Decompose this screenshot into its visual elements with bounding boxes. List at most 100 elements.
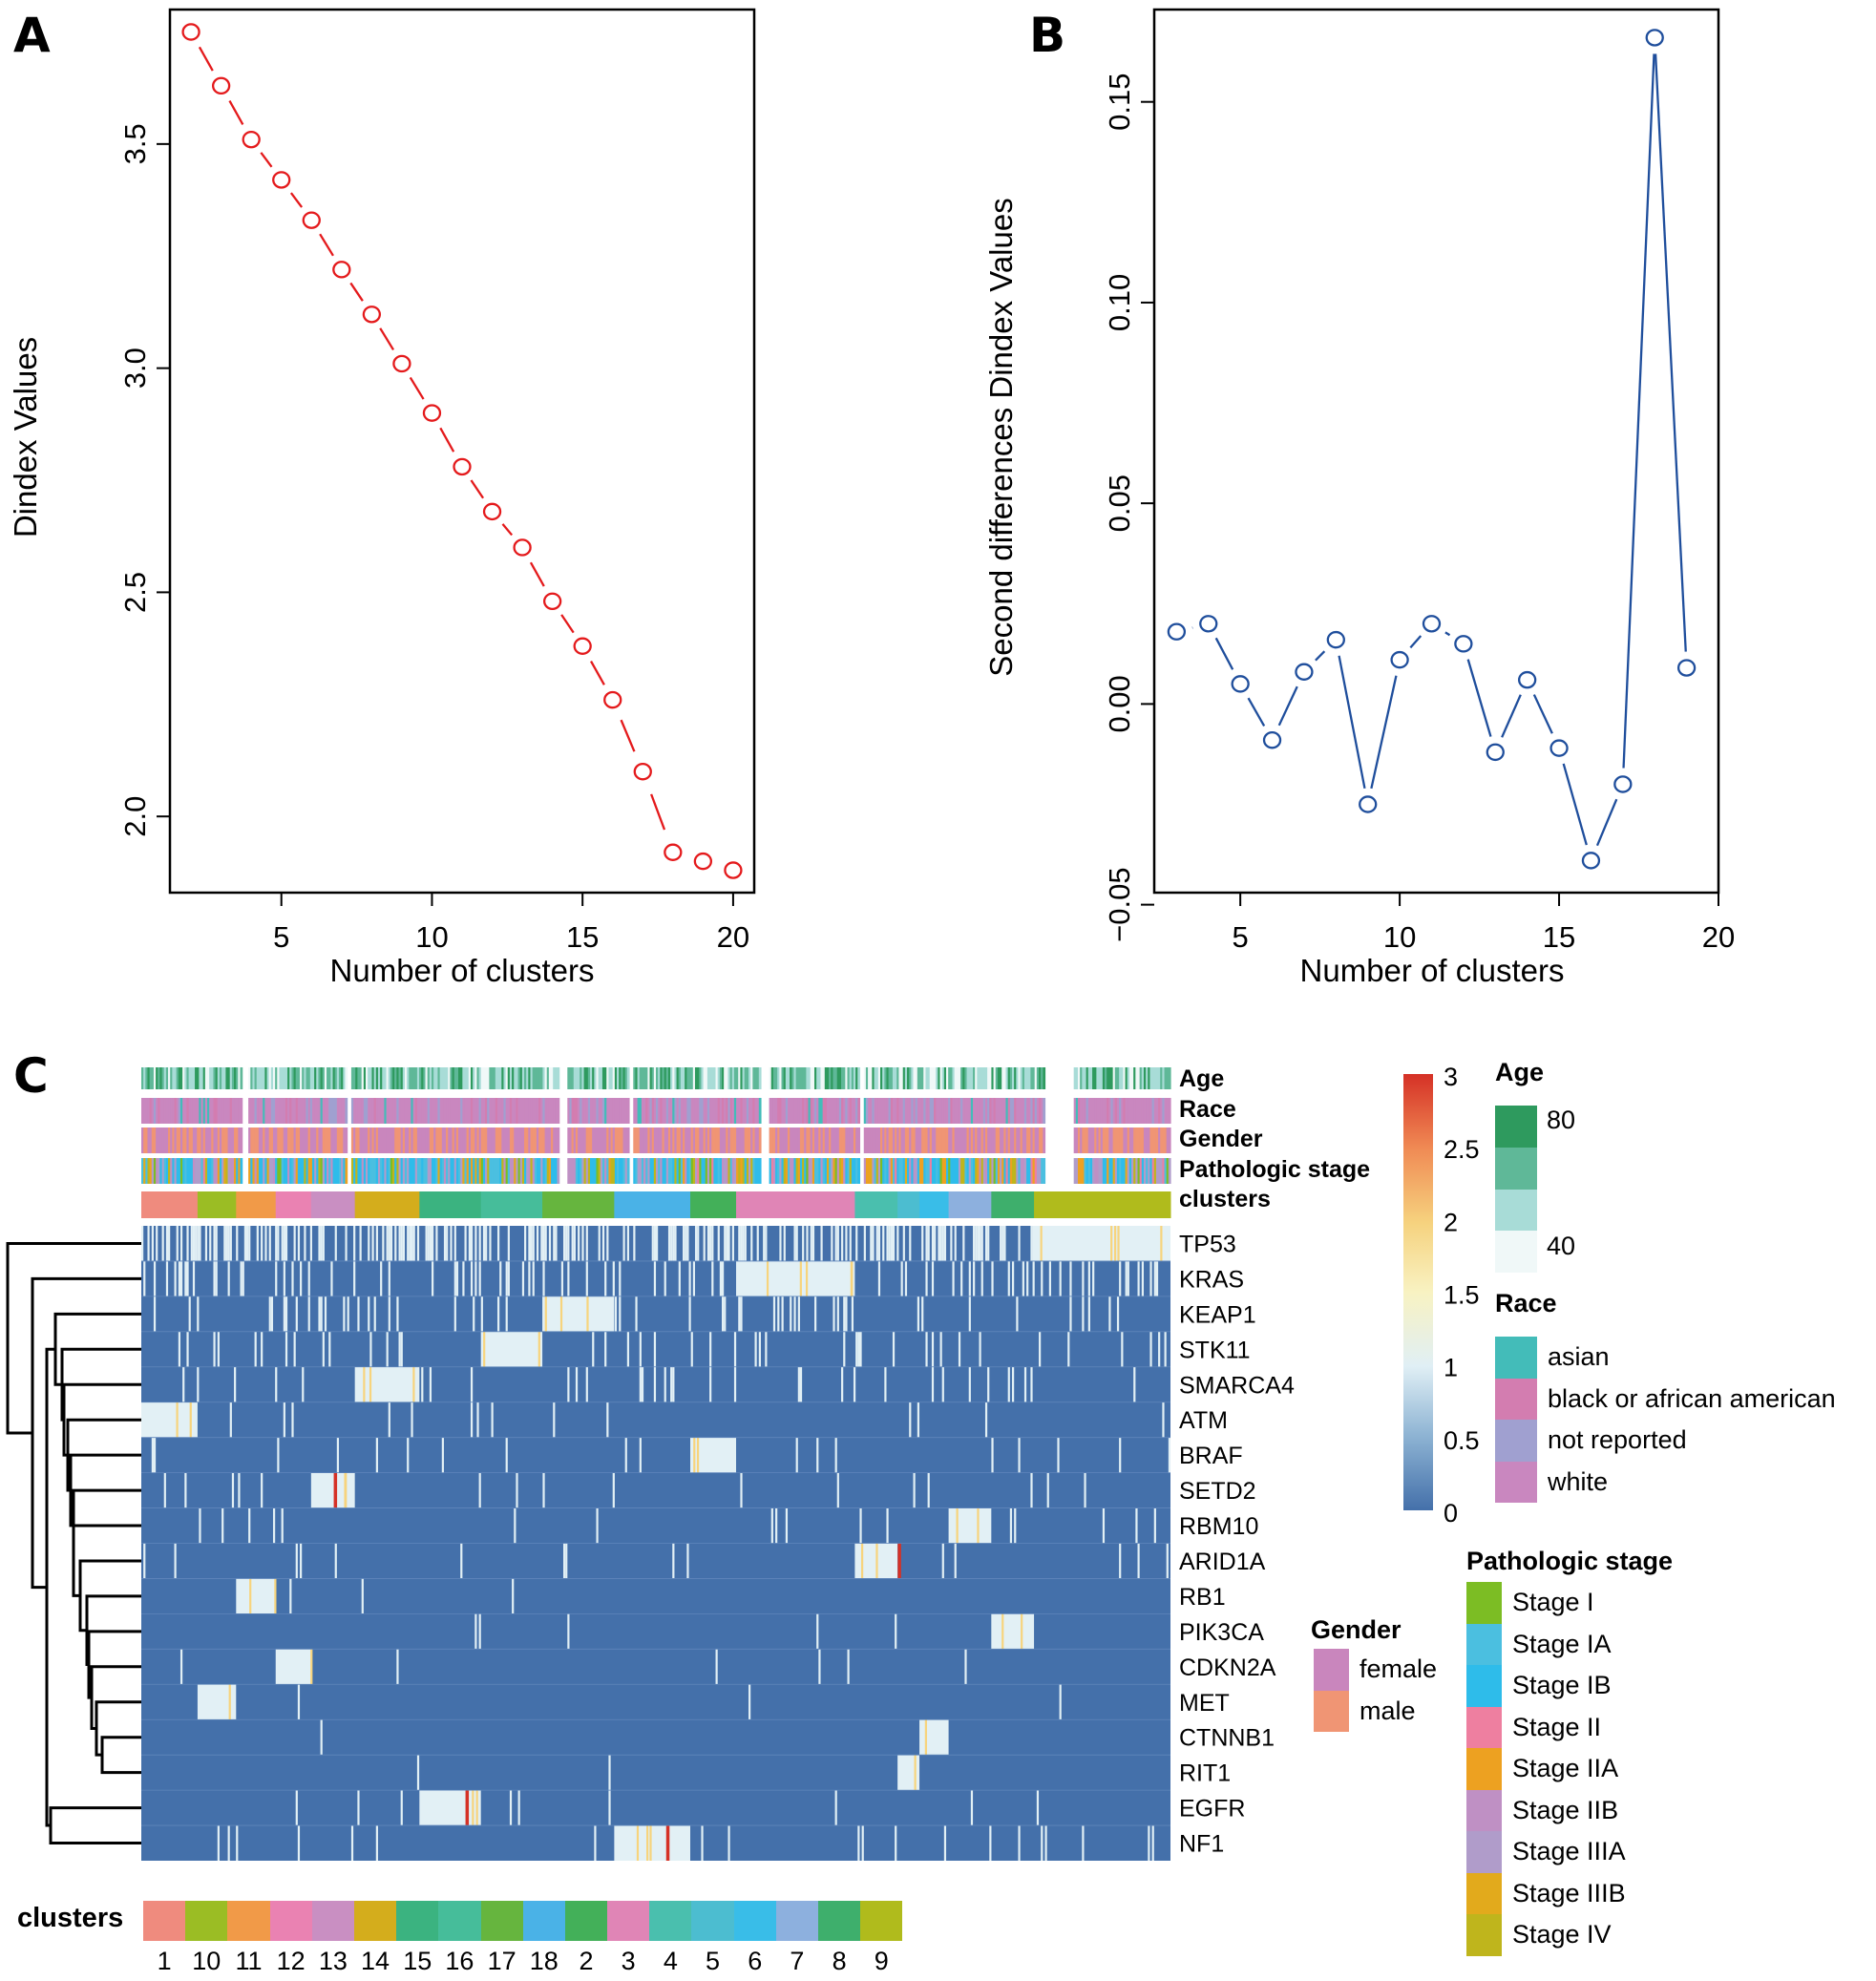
mutation-mark — [980, 1226, 983, 1261]
mutation-mark — [213, 1226, 216, 1261]
mutation-mark — [1014, 1507, 1017, 1544]
mutation-mark — [411, 1226, 413, 1261]
mutation-mark — [740, 1226, 743, 1261]
mutation-mark-max — [465, 1790, 470, 1826]
mutation-mark — [697, 1226, 700, 1261]
mutation-mark — [234, 1366, 237, 1402]
race-legend-item: white — [1495, 1461, 1836, 1503]
mutation-mark — [460, 1543, 463, 1579]
mutation-mark — [799, 1366, 803, 1402]
mutation-mark — [268, 1296, 271, 1332]
mutation-mark — [386, 1226, 389, 1261]
mutation-mark — [505, 1260, 508, 1296]
mutation-mark — [318, 1296, 321, 1332]
mutation-mark-high — [1160, 1226, 1163, 1261]
mutation-mark — [478, 1260, 481, 1296]
mutation-mark — [1082, 1825, 1085, 1861]
mutation-mark — [1119, 1260, 1122, 1296]
mutation-mark — [968, 1260, 971, 1296]
mutation-mark — [598, 1226, 601, 1261]
mutation-mark — [293, 1331, 296, 1367]
clusters-legend: 1 10 11 12 13 14 15 16 17 18 2 3 4 5 6 7 8 9 — [143, 1901, 903, 1976]
mutation-mark — [711, 1260, 714, 1296]
mutation-mark — [380, 1260, 383, 1296]
annotation-cell-age — [758, 1067, 762, 1089]
mutation-mark — [581, 1226, 584, 1261]
annotation-cell-pathologic-stage — [345, 1158, 348, 1184]
mutation-mark — [904, 1260, 908, 1296]
mutation-mark — [672, 1543, 675, 1579]
annotation-cell-race — [857, 1098, 861, 1124]
stage-legend-swatch — [1466, 1914, 1502, 1956]
clusters-legend-swatch — [691, 1901, 734, 1941]
mutation-mark — [473, 1296, 475, 1332]
mutation-mark — [153, 1296, 157, 1332]
mutation-mark — [895, 1613, 897, 1650]
clusters-legend-item: 13 — [311, 1901, 354, 1976]
mutation-mark — [328, 1331, 331, 1367]
mutation-mark — [517, 1790, 520, 1826]
mutation-mark — [1135, 1507, 1138, 1544]
mutation-mark-high — [1114, 1226, 1117, 1261]
mutation-mark — [855, 1331, 858, 1367]
mutation-mark — [217, 1825, 220, 1861]
mutation-mark-high — [1117, 1226, 1120, 1261]
mutation-mark-high — [1021, 1613, 1023, 1650]
mutation-mark — [388, 1260, 390, 1296]
stage-legend-item: Stage IIIB — [1466, 1872, 1626, 1914]
mutation-mark — [626, 1331, 630, 1367]
mutation-mark — [1007, 1366, 1010, 1402]
gender-legend-item: male — [1314, 1690, 1437, 1732]
mutation-mark — [816, 1437, 819, 1473]
mutation-mark — [297, 1825, 301, 1861]
mutation-mark — [717, 1226, 720, 1261]
mutation-mark — [954, 1543, 957, 1579]
mutation-mark — [931, 1226, 935, 1261]
clusters-legend-swatch — [860, 1901, 903, 1941]
mutation-mark — [670, 1366, 673, 1402]
mutation-block — [310, 1472, 355, 1508]
cluster-annotation-segment — [141, 1191, 199, 1218]
mutation-mark — [1018, 1226, 1021, 1261]
mutation-mark-high — [310, 1649, 313, 1685]
mutation-mark-high — [538, 1331, 540, 1367]
stage-legend-title: Pathologic stage — [1466, 1547, 1674, 1575]
colorbar-tick-label: 0.5 — [1444, 1426, 1480, 1455]
race-legend-swatch — [1495, 1420, 1537, 1462]
mutation-mark — [653, 1366, 657, 1402]
mutation-mark — [812, 1226, 815, 1261]
mutation-mark — [470, 1366, 474, 1402]
mutation-mark — [1046, 1472, 1049, 1508]
clusters-legend-label: 7 — [790, 1947, 805, 1975]
mutation-mark — [302, 1366, 305, 1402]
clusters-legend-label: 3 — [621, 1947, 636, 1975]
mutation-mark — [783, 1226, 786, 1261]
clusters-legend-swatch — [480, 1901, 523, 1941]
mutation-mark — [601, 1226, 605, 1261]
mutation-mark — [861, 1825, 864, 1861]
row-label: PIK3CA — [1179, 1619, 1264, 1646]
mutation-mark — [277, 1437, 280, 1473]
mutation-mark — [229, 1401, 232, 1438]
stage-legend-swatch — [1466, 1789, 1502, 1831]
row-label: TP53 — [1179, 1231, 1236, 1257]
mutation-block — [736, 1260, 855, 1296]
mutation-mark — [295, 1543, 298, 1579]
mutation-mark — [521, 1260, 525, 1296]
annotation-cell-pathologic-stage — [626, 1158, 630, 1184]
mutation-mark — [902, 1226, 905, 1261]
mutation-mark — [245, 1226, 249, 1261]
mutation-mark — [371, 1226, 374, 1261]
mutation-mark — [653, 1226, 657, 1261]
cluster-annotation-segment — [854, 1191, 898, 1218]
mutation-mark — [664, 1260, 666, 1296]
mutation-mark — [875, 1226, 878, 1261]
clusters-legend-swatch — [522, 1901, 565, 1941]
mutation-mark — [143, 1543, 146, 1579]
mutation-mark — [834, 1437, 837, 1473]
mutation-mark — [277, 1226, 280, 1261]
cluster-annotation-segment — [919, 1191, 950, 1218]
mutation-mark — [396, 1296, 399, 1332]
mutation-mark-high — [696, 1437, 700, 1473]
mutation-mark — [853, 1366, 856, 1402]
